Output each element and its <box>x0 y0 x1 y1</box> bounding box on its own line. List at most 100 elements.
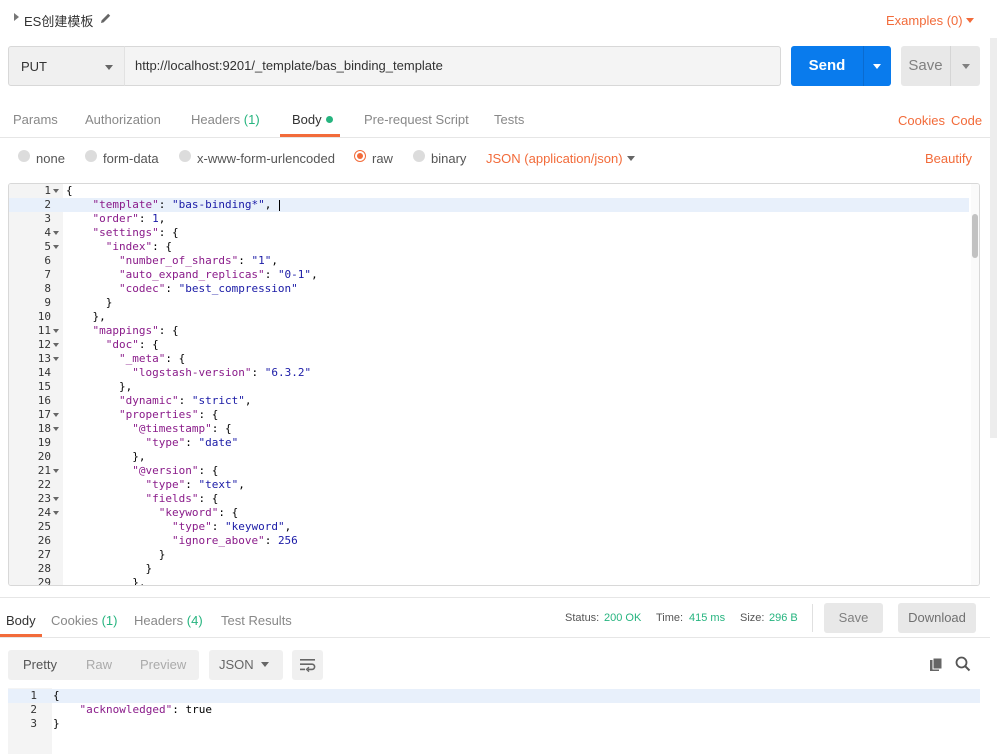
fold-toggle-icon[interactable] <box>53 343 59 347</box>
line-number: 14 <box>37 366 51 379</box>
radio-label-x-www-form-urlencoded[interactable]: x-www-form-urlencoded <box>197 151 335 166</box>
fold-toggle-icon[interactable] <box>53 245 59 249</box>
send-button[interactable]: Send <box>791 46 863 86</box>
time-value[interactable]: 415 ms <box>689 612 725 624</box>
line-number: 16 <box>37 394 51 407</box>
tab-label: Headers <box>191 112 241 127</box>
examples-caret-icon[interactable] <box>966 18 974 23</box>
edit-icon[interactable] <box>100 12 112 24</box>
line-number: 29 <box>37 576 51 586</box>
fold-toggle-icon[interactable] <box>53 357 59 361</box>
wrap-lines-button[interactable] <box>292 650 323 680</box>
response-tab-body[interactable]: Body <box>6 613 36 628</box>
code-line: "type": "text", <box>145 478 245 491</box>
tab-body[interactable]: Body <box>292 112 333 127</box>
save-button[interactable]: Save <box>901 46 950 86</box>
line-number: 4 <box>44 226 51 239</box>
response-tab-headers[interactable]: Headers (4) <box>134 613 203 628</box>
download-button[interactable]: Download <box>898 603 976 633</box>
save-response-button[interactable]: Save <box>824 603 883 633</box>
radio-binary[interactable] <box>413 150 425 162</box>
code-line: "@version": { <box>132 464 219 477</box>
code-line: }, <box>66 576 146 586</box>
fold-toggle-icon[interactable] <box>53 189 59 193</box>
view-pretty-button[interactable]: Pretty <box>23 657 57 672</box>
radio-label-raw[interactable]: raw <box>372 151 393 166</box>
status-label: Status: <box>565 612 600 624</box>
code-line: "number_of_shards": "1", <box>118 254 278 267</box>
line-number: 6 <box>44 254 51 267</box>
method-select[interactable]: PUT <box>8 46 125 86</box>
radio-label-binary[interactable]: binary <box>431 151 466 166</box>
line-number: 3 <box>44 212 51 225</box>
editor-scrollbar-thumb[interactable] <box>972 214 978 258</box>
format-select[interactable]: JSON <box>209 650 283 680</box>
code-link[interactable]: Code <box>951 113 982 128</box>
tab-count-badge: (1) <box>101 613 118 628</box>
code-line: "mappings": { <box>92 324 179 337</box>
title-row: ES创建模板 Examples (0) <box>0 0 997 38</box>
save-dropdown-button[interactable] <box>950 46 980 86</box>
wrap-lines-icon <box>300 659 316 673</box>
tab-authorization[interactable]: Authorization <box>85 112 161 127</box>
beautify-link[interactable]: Beautify <box>925 151 972 166</box>
line-number: 18 <box>37 422 51 435</box>
divider <box>0 137 990 138</box>
fold-toggle-icon[interactable] <box>53 427 59 431</box>
view-preview-button[interactable]: Preview <box>140 657 186 672</box>
content-type-select[interactable]: JSON (application/json) <box>486 151 623 166</box>
fold-toggle-icon[interactable] <box>53 329 59 333</box>
line-number: 20 <box>37 450 51 463</box>
method-label: PUT <box>21 59 47 74</box>
line-number: 26 <box>37 534 51 547</box>
tab-count-badge: (4) <box>186 613 203 628</box>
line-number: 8 <box>44 282 51 295</box>
response-body-viewer[interactable]: 1 2 3 { "acknowledged": true} <box>8 688 980 754</box>
size-value[interactable]: 296 B <box>769 612 798 624</box>
cookies-link[interactable]: Cookies <box>898 113 945 128</box>
radio-raw[interactable] <box>354 150 366 162</box>
collapse-caret-icon[interactable] <box>14 13 19 21</box>
fold-toggle-icon[interactable] <box>53 497 59 501</box>
response-tab-test-results[interactable]: Test Results <box>221 613 292 628</box>
request-name[interactable]: ES创建模板 <box>24 11 93 30</box>
radio-none[interactable] <box>18 150 30 162</box>
code-line: "acknowledged": true <box>79 703 212 716</box>
chevron-down-icon <box>105 65 113 70</box>
code-line: "logstash-version": "6.3.2" <box>132 366 312 379</box>
tab-count-badge: (1) <box>243 112 260 127</box>
radio-x-www-form-urlencoded[interactable] <box>179 150 191 162</box>
request-body-editor[interactable]: 1 2 3 4 5 6 7 8 9 10 11 12 13 14 15 16 17 18 19 20 21 22 23 24 2… <box>8 183 980 586</box>
chevron-down-icon <box>962 64 970 69</box>
code-line: "keyword": { <box>158 506 239 519</box>
tab-headers[interactable]: Headers (1) <box>191 112 260 127</box>
view-raw-button[interactable]: Raw <box>86 657 112 672</box>
radio-label-form-data[interactable]: form-data <box>103 151 159 166</box>
fold-toggle-icon[interactable] <box>53 511 59 515</box>
page-scrollbar[interactable] <box>990 38 997 438</box>
code-line: "codec": "best_compression" <box>118 282 298 295</box>
examples-link[interactable]: Examples (0) <box>886 13 963 28</box>
radio-label-none[interactable]: none <box>36 151 65 166</box>
response-tab-cookies[interactable]: Cookies (1) <box>51 613 117 628</box>
send-dropdown-button[interactable] <box>863 46 891 86</box>
radio-form-data[interactable] <box>85 150 97 162</box>
line-number: 12 <box>37 338 51 351</box>
fold-toggle-icon[interactable] <box>53 231 59 235</box>
status-value[interactable]: 200 OK <box>604 612 641 624</box>
tab-params[interactable]: Params <box>13 112 58 127</box>
line-number: 22 <box>37 478 51 491</box>
chevron-down-icon <box>261 662 269 667</box>
url-input[interactable]: http://localhost:9201/_template/bas_bind… <box>124 46 781 86</box>
tab-pre-request-script[interactable]: Pre-request Script <box>364 112 469 127</box>
fold-toggle-icon[interactable] <box>53 413 59 417</box>
chevron-down-icon[interactable] <box>627 156 635 161</box>
search-icon[interactable] <box>955 656 971 672</box>
copy-icon[interactable] <box>929 657 944 672</box>
tab-label: Headers <box>134 613 184 628</box>
fold-toggle-icon[interactable] <box>53 469 59 473</box>
code-line: "auto_expand_replicas": "0-1", <box>118 268 318 281</box>
tab-tests[interactable]: Tests <box>494 112 524 127</box>
size-label: Size: <box>740 612 765 624</box>
line-number: 3 <box>30 717 37 730</box>
